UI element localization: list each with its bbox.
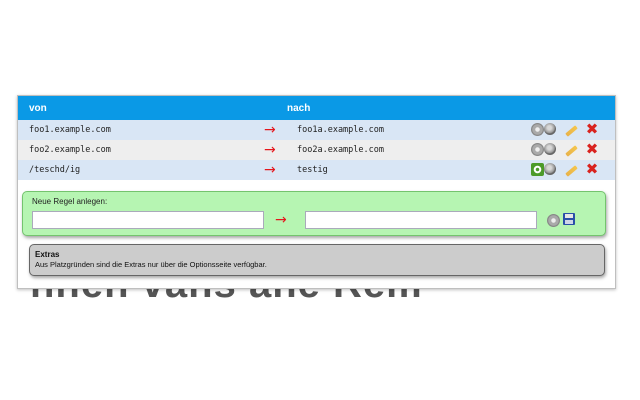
extras-panel: Extras Aus Platzgründen sind die Extras …	[29, 244, 605, 276]
toggle-icon[interactable]	[544, 123, 556, 135]
gear-icon[interactable]	[531, 123, 544, 136]
pencil-icon[interactable]	[564, 163, 578, 177]
toggle-icon[interactable]	[544, 143, 556, 155]
new-rule-panel: Neue Regel anlegen: →	[22, 191, 606, 236]
extras-title: Extras	[35, 250, 60, 259]
gear-icon[interactable]	[547, 214, 560, 227]
extras-description: Aus Platzgründen sind die Extras nur übe…	[35, 260, 267, 269]
header-from: von	[29, 103, 47, 114]
gear-icon[interactable]	[531, 143, 544, 156]
rule-to: testig	[297, 165, 328, 175]
header-to: nach	[287, 103, 311, 114]
rule-row: foo2.example.com → foo2a.example.com ✖	[18, 140, 615, 160]
pencil-icon[interactable]	[564, 123, 578, 137]
gear-active-icon[interactable]	[531, 163, 544, 176]
save-icon[interactable]	[563, 213, 575, 225]
rule-from: foo2.example.com	[29, 145, 111, 155]
new-rule-label: Neue Regel anlegen:	[32, 197, 108, 206]
rule-row: /teschd/ig → testig ✖	[18, 160, 615, 180]
rule-row: foo1.example.com → foo1a.example.com ✖	[18, 120, 615, 140]
toggle-icon[interactable]	[544, 163, 556, 175]
pencil-icon[interactable]	[564, 143, 578, 157]
arrow-icon: →	[264, 122, 276, 138]
delete-icon[interactable]: ✖	[585, 162, 599, 177]
table-header: von nach	[18, 96, 615, 120]
rule-to: foo1a.example.com	[297, 125, 384, 135]
arrow-icon: →	[264, 162, 276, 178]
rule-from: /teschd/ig	[29, 165, 81, 175]
delete-icon[interactable]: ✖	[585, 122, 599, 137]
new-rule-from-input[interactable]	[32, 211, 264, 229]
new-rule-to-input[interactable]	[305, 211, 537, 229]
redirect-popup: von nach foo1.example.com → foo1a.exampl…	[17, 95, 616, 289]
arrow-icon: →	[275, 212, 287, 228]
rule-to: foo2a.example.com	[297, 145, 384, 155]
rule-from: foo1.example.com	[29, 125, 111, 135]
arrow-icon: →	[264, 142, 276, 158]
delete-icon[interactable]: ✖	[585, 142, 599, 157]
